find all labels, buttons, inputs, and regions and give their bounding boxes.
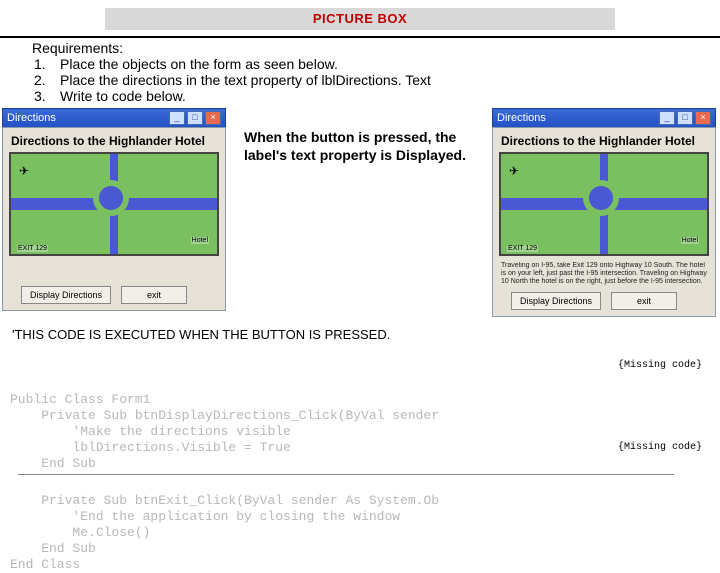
maximize-icon: □ (187, 111, 203, 125)
close-icon: × (205, 111, 221, 125)
minimize-icon: _ (659, 111, 675, 125)
directions-label-empty (9, 262, 219, 286)
map-exit-label: EXIT 129 (17, 245, 48, 252)
plane-icon: ✈ (19, 164, 29, 178)
divider-top (0, 36, 720, 38)
requirements-title: Requirements: (32, 40, 720, 56)
missing-code-annotation: {Missing code} (618, 440, 702, 456)
map-image: ✈ EXIT 129 Hotel (499, 152, 709, 256)
map-hotel-label: Hotel (191, 237, 209, 244)
window-title: Directions (497, 112, 546, 124)
window-subtitle: Directions to the Highlander Hotel (501, 134, 709, 148)
display-directions-button: Display Directions (21, 286, 111, 304)
minimize-icon: _ (169, 111, 185, 125)
code-snippet: {Missing code} {Missing code} Public Cla… (10, 344, 714, 573)
behavior-caption: When the button is pressed, the label's … (236, 108, 482, 164)
display-directions-button: Display Directions (511, 292, 601, 310)
exit-button: exit (611, 292, 677, 310)
window-screenshot-after: Directions _ □ × Directions to the Highl… (492, 108, 716, 317)
maximize-icon: □ (677, 111, 693, 125)
window-titlebar: Directions _ □ × (2, 108, 226, 127)
close-icon: × (695, 111, 711, 125)
window-screenshot-before: Directions _ □ × Directions to the Highl… (2, 108, 226, 311)
missing-code-annotation: {Missing code} (618, 358, 702, 374)
requirements-block: Requirements: 1.Place the objects on the… (32, 40, 720, 104)
window-title: Directions (7, 112, 56, 124)
window-subtitle: Directions to the Highlander Hotel (11, 134, 219, 148)
code-intro-comment: 'THIS CODE IS EXECUTED WHEN THE BUTTON I… (12, 327, 720, 342)
requirement-item: 3.Write to code below. (34, 88, 720, 104)
plane-icon: ✈ (509, 164, 519, 178)
slide-header: PICTURE BOX (105, 8, 615, 30)
exit-button: exit (121, 286, 187, 304)
requirement-item: 1.Place the objects on the form as seen … (34, 56, 720, 72)
map-exit-label: EXIT 129 (507, 245, 538, 252)
map-image: ✈ EXIT 129 Hotel (9, 152, 219, 256)
directions-label-text: Traveling on I-95, take Exit 129 onto Hi… (501, 262, 707, 288)
window-titlebar: Directions _ □ × (492, 108, 716, 127)
requirement-item: 2.Place the directions in the text prope… (34, 72, 720, 88)
map-hotel-label: Hotel (681, 237, 699, 244)
